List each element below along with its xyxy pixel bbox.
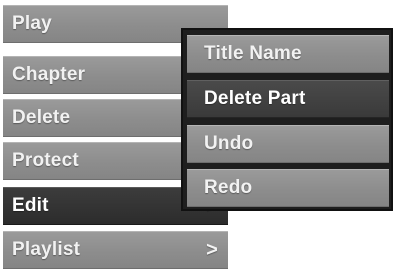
submenu-item-undo[interactable]: Undo [187, 125, 389, 163]
submenu-item-title-name[interactable]: Title Name [187, 35, 389, 73]
menu-item-label: Edit [12, 195, 49, 216]
menu-item-label: Chapter [12, 64, 86, 85]
chevron-right-icon: > [206, 239, 218, 261]
submenu-item-label: Redo [204, 177, 253, 198]
menu-item-label: Delete [12, 107, 71, 128]
menu-item-label: Protect [12, 150, 79, 171]
menu-item-label: Playlist [12, 239, 81, 260]
submenu-item-redo[interactable]: Redo [187, 169, 389, 207]
submenu-item-label: Delete Part [204, 88, 306, 109]
menu-item-label: Play [12, 13, 52, 34]
menu-item-playlist[interactable]: Playlist > [3, 231, 228, 269]
submenu-item-delete-part[interactable]: Delete Part [187, 80, 389, 118]
edit-submenu: Title Name Delete Part Undo Redo [181, 28, 393, 211]
submenu-item-label: Undo [204, 133, 254, 154]
submenu-item-label: Title Name [204, 43, 302, 64]
